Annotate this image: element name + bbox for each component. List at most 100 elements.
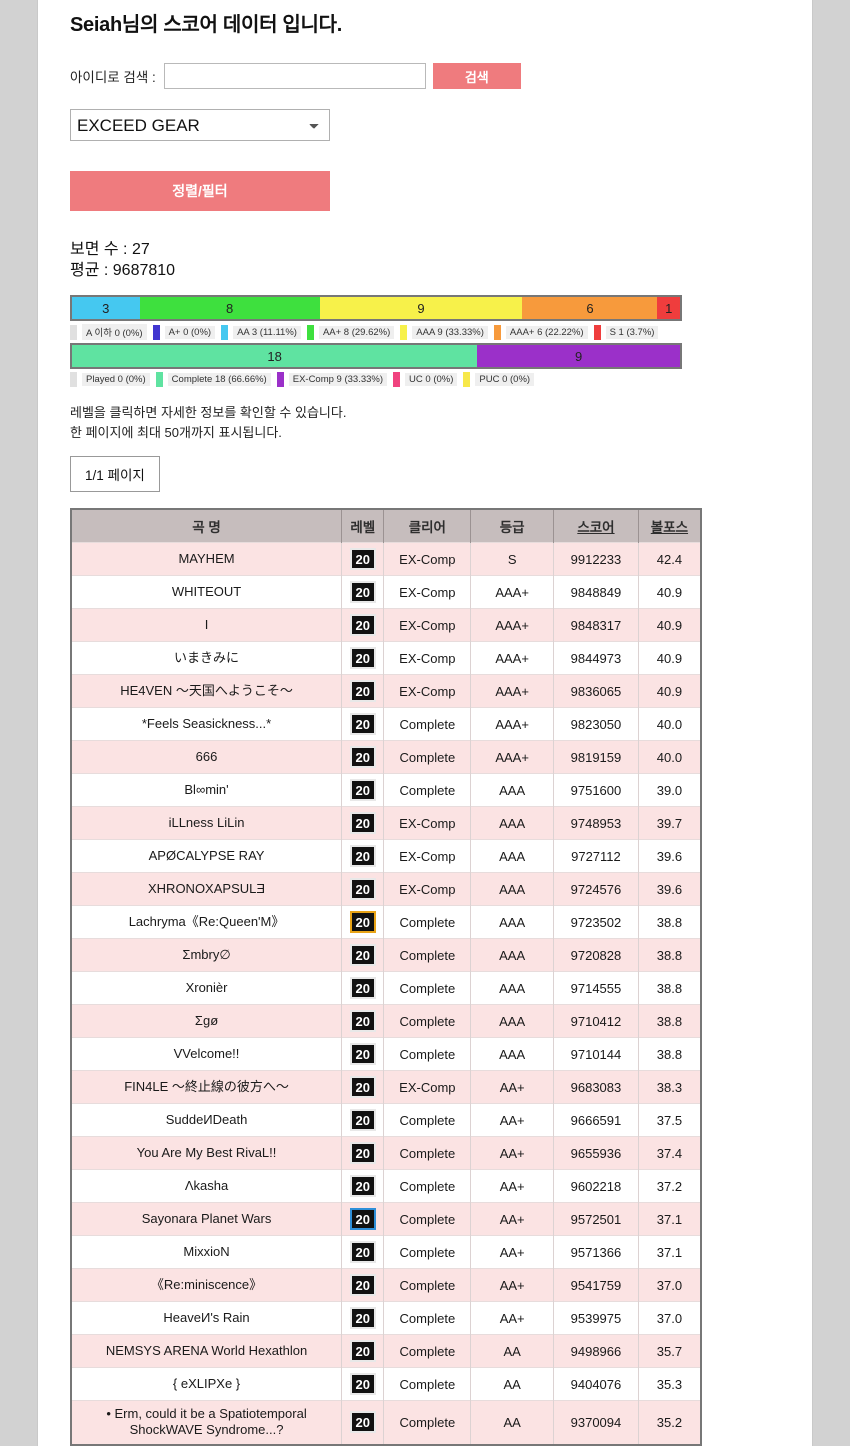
sort-filter-button[interactable]: 정렬/필터 [70, 171, 330, 211]
level-badge[interactable]: 20 [349, 977, 376, 1000]
cell-score: 9404076 [553, 1367, 639, 1401]
cell-level: 20 [341, 1202, 385, 1236]
cell-clear-type: Complete [383, 1235, 472, 1269]
column-header-곡 명: 곡 명 [71, 509, 343, 543]
level-badge[interactable]: 20 [349, 911, 376, 934]
page-container: Seiah님의 스코어 데이터 입니다. 아이디로 검색 : 검색 EXCEED… [38, 0, 812, 1446]
level-badge[interactable]: 20 [349, 1010, 376, 1033]
cell-grade: AAA+ [470, 740, 555, 774]
grade-legend-item: AAA+ 6 (22.22%) [493, 324, 588, 340]
level-badge[interactable]: 20 [349, 1208, 376, 1231]
table-row: { eXLIPXe } 20 Complete AA 9404076 35.3 [71, 1367, 701, 1401]
cell-level: 20 [341, 971, 385, 1005]
version-select[interactable]: EXCEED GEAR [70, 109, 330, 141]
level-badge[interactable]: 20 [349, 1142, 376, 1165]
cell-clear-type: Complete [383, 707, 472, 741]
grade-legend-label: S 1 (3.7%) [605, 325, 659, 339]
level-badge[interactable]: 20 [349, 647, 376, 670]
cell-volforce: 37.1 [638, 1202, 701, 1236]
clear-bar-segment: 9 [477, 345, 680, 368]
table-row: Lachryma《Re:Queen'M》 20 Complete AAA 9723502… [71, 905, 701, 939]
cell-song-title: Lachryma《Re:Queen'M》 [71, 905, 343, 939]
level-badge[interactable]: 20 [349, 548, 376, 571]
cell-song-title: 《Re:miniscence》 [71, 1268, 343, 1302]
cell-volforce: 35.2 [638, 1400, 701, 1445]
table-row: Xronièr 20 Complete AAA 9714555 38.8 [71, 971, 701, 1005]
grade-distribution-bar: 38961 [70, 295, 682, 322]
cell-song-title: Bl∞min' [71, 773, 343, 807]
level-badge[interactable]: 20 [349, 1241, 376, 1264]
level-badge[interactable]: 20 [349, 878, 376, 901]
level-badge[interactable]: 20 [349, 746, 376, 769]
clear-legend: Played 0 (0%) Complete 18 (66.66%) EX-Comp… [70, 372, 682, 388]
cell-score: 9823050 [553, 707, 639, 741]
scores-table: 곡 명 레벨 클리어 등급 스코어 볼포스 MAYHEM 20 EX-Comp S 9912233… [70, 508, 702, 1446]
level-badge[interactable]: 20 [349, 1373, 376, 1396]
level-badge[interactable]: 20 [349, 812, 376, 835]
cell-clear-type: EX-Comp [383, 872, 472, 906]
cell-song-title: NEMSYS ARENA World Hexathlon [71, 1334, 343, 1368]
clear-legend-item: PUC 0 (0%) [463, 372, 535, 388]
cell-level: 20 [341, 542, 385, 576]
level-badge[interactable]: 20 [349, 581, 376, 604]
level-badge[interactable]: 20 [349, 1340, 376, 1363]
cell-volforce: 35.3 [638, 1367, 701, 1401]
cell-song-title: Σmbry∅ [71, 938, 343, 972]
level-badge[interactable]: 20 [349, 1076, 376, 1099]
cell-level: 20 [341, 1103, 385, 1137]
search-input[interactable] [163, 63, 426, 89]
cell-clear-type: Complete [383, 1136, 472, 1170]
grade-bar-segment: 3 [72, 297, 140, 320]
table-row: NEMSYS ARENA World Hexathlon 20 Complete AA… [71, 1334, 701, 1368]
level-badge[interactable]: 20 [349, 614, 376, 637]
level-badge[interactable]: 20 [349, 1109, 376, 1132]
level-badge[interactable]: 20 [349, 1043, 376, 1066]
cell-score: 9655936 [553, 1136, 639, 1170]
cell-grade: AAA [470, 1004, 555, 1038]
column-header-등급: 등급 [470, 509, 555, 543]
clear-legend-swatch [393, 372, 401, 388]
cell-volforce: 38.8 [638, 905, 701, 939]
cell-volforce: 40.0 [638, 740, 701, 774]
search-button[interactable]: 검색 [432, 63, 521, 89]
cell-volforce: 37.0 [638, 1268, 701, 1302]
clear-legend-swatch [70, 372, 77, 388]
cell-clear-type: Complete [383, 1367, 472, 1401]
cell-level: 20 [341, 839, 385, 873]
cell-volforce: 38.8 [638, 1037, 701, 1071]
cell-score: 9710412 [553, 1004, 639, 1038]
level-badge[interactable]: 20 [349, 1175, 376, 1198]
cell-grade: AA+ [470, 1136, 555, 1170]
column-header-볼포스[interactable]: 볼포스 [638, 509, 701, 543]
cell-clear-type: EX-Comp [383, 641, 472, 675]
clear-legend-label: Played 0 (0%) [82, 373, 150, 387]
cell-score: 9370094 [553, 1400, 639, 1445]
level-badge[interactable]: 20 [349, 680, 376, 703]
cell-song-title: I [71, 608, 343, 642]
cell-clear-type: Complete [383, 971, 472, 1005]
column-header-레벨: 레벨 [341, 509, 385, 543]
level-badge[interactable]: 20 [349, 1307, 376, 1330]
column-header-스코어[interactable]: 스코어 [553, 509, 639, 543]
cell-clear-type: Complete [383, 1334, 472, 1368]
level-badge[interactable]: 20 [349, 845, 376, 868]
level-badge[interactable]: 20 [349, 713, 376, 736]
cell-clear-type: Complete [383, 1037, 472, 1071]
table-row: Sayonara Planet Wars 20 Complete AA+ 9572501… [71, 1202, 701, 1236]
clear-legend-swatch [155, 372, 163, 388]
page-indicator[interactable]: 1/1 페이지 [70, 456, 160, 493]
search-row: 아이디로 검색 : 검색 [66, 63, 784, 89]
grade-legend-label: AAA 9 (33.33%) [412, 325, 488, 339]
cell-clear-type: EX-Comp [383, 608, 472, 642]
cell-song-title: You Are My Best RivaL!! [71, 1136, 343, 1170]
level-badge[interactable]: 20 [349, 944, 376, 967]
level-badge[interactable]: 20 [349, 779, 376, 802]
table-row: HE4VEN ～天国へようこそ～ 20 EX-Comp AAA+ 9836065 40.9 [71, 674, 701, 708]
table-row: Σgø 20 Complete AAA 9710412 38.8 [71, 1004, 701, 1038]
cell-clear-type: Complete [383, 740, 472, 774]
cell-score: 9666591 [553, 1103, 639, 1137]
cell-score: 9724576 [553, 872, 639, 906]
level-badge[interactable]: 20 [349, 1274, 376, 1297]
level-badge[interactable]: 20 [349, 1411, 376, 1434]
grade-legend-item: A+ 0 (0%) [152, 324, 216, 340]
